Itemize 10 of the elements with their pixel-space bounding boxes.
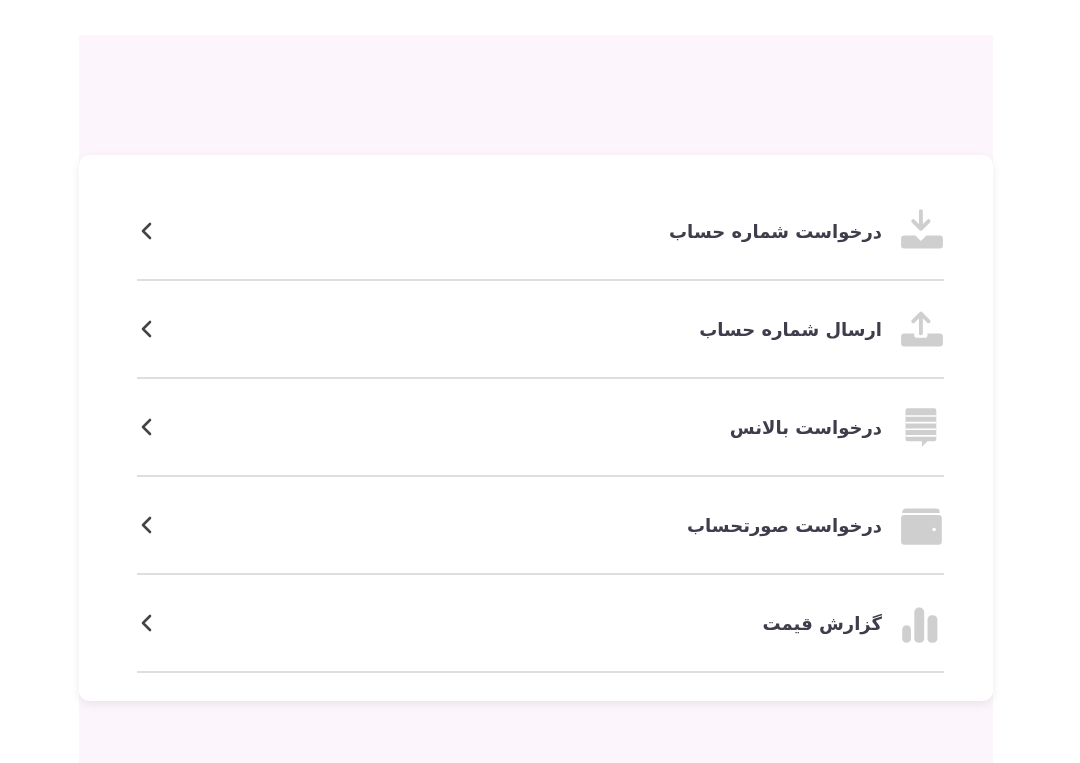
chevron-icon [141, 222, 153, 240]
menu-item[interactable]: درخواست بالانس [137, 379, 944, 477]
chevron-icon [141, 614, 153, 632]
chevron-icon [141, 320, 153, 338]
chevron-icon [141, 418, 153, 436]
chevron-icon [141, 516, 153, 534]
menu-item[interactable]: درخواست صورتحساب [137, 477, 944, 575]
menu-item[interactable]: گزارش قیمت [137, 575, 944, 673]
menu-item[interactable]: ارسال شماره حساب [137, 281, 944, 379]
menu-item[interactable]: درخواست شماره حساب [137, 183, 944, 281]
